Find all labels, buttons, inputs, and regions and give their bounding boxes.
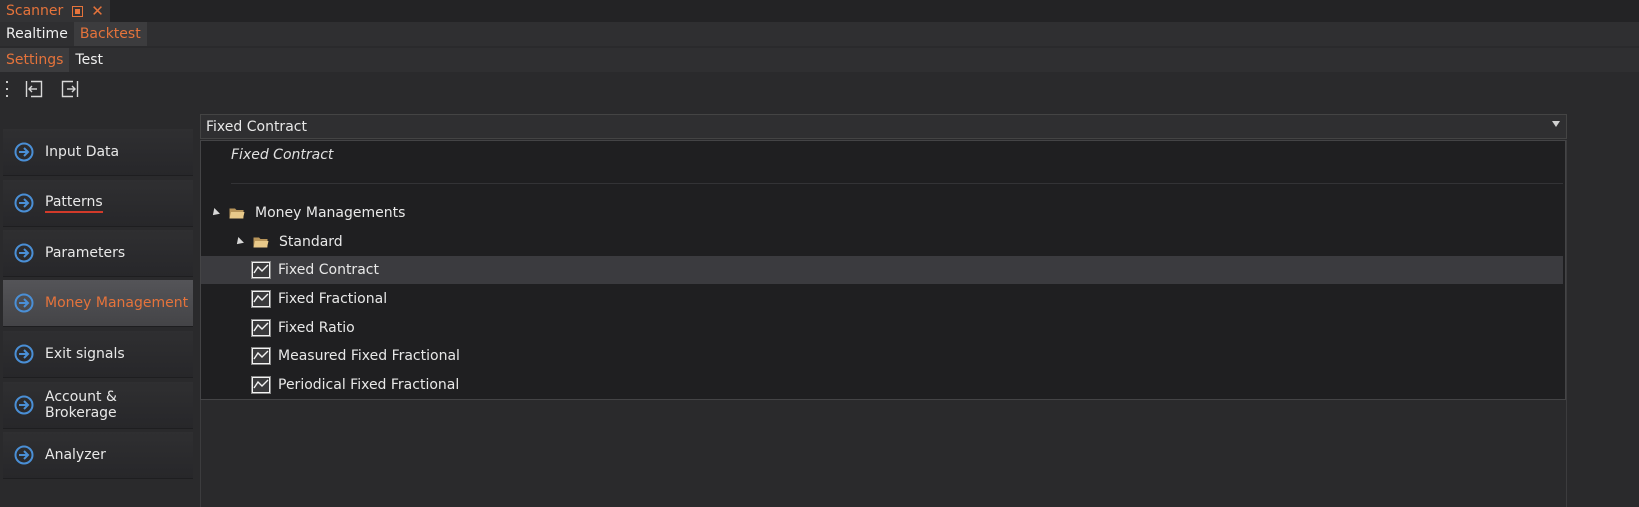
- tree-item-label: Measured Fixed Fractional: [278, 348, 460, 364]
- close-icon[interactable]: ✕: [91, 2, 104, 20]
- sidebar-item-label: Exit signals: [45, 346, 125, 362]
- arrow-right-circle-icon: [14, 344, 34, 364]
- pin-icon[interactable]: [71, 5, 83, 17]
- toolbar-grip-handle[interactable]: [6, 81, 9, 97]
- combobox-dropdown: Fixed Contract Money Managements Standar…: [200, 140, 1566, 400]
- chevron-down-icon[interactable]: [1552, 121, 1560, 127]
- chart-line-icon: [251, 261, 271, 279]
- tab-settings-label: Settings: [6, 52, 64, 68]
- sidebar-item-exit-signals[interactable]: Exit signals: [3, 331, 193, 378]
- tab-backtest[interactable]: Backtest: [73, 22, 147, 46]
- import-icon: [25, 80, 43, 98]
- export-button[interactable]: [59, 78, 81, 100]
- expander-icon[interactable]: [210, 208, 220, 218]
- tree-item-fixed-ratio[interactable]: Fixed Ratio: [201, 314, 1563, 342]
- combobox-value: Fixed Contract: [206, 118, 307, 135]
- tab-test-label: Test: [75, 52, 103, 68]
- arrow-right-circle-icon: [14, 445, 34, 465]
- tree-item-fixed-fractional[interactable]: Fixed Fractional: [201, 285, 1563, 313]
- arrow-right-circle-icon: [14, 293, 34, 313]
- tab-backtest-label: Backtest: [79, 26, 141, 42]
- arrow-right-circle-icon: [14, 142, 34, 162]
- settings-sidebar: Input Data Patterns Parameters Money Man…: [0, 106, 196, 507]
- tree-node-label: Money Managements: [255, 205, 406, 221]
- tree-item-measured-fixed-fractional[interactable]: Measured Fixed Fractional: [201, 342, 1563, 370]
- sidebar-item-money-management[interactable]: Money Management: [3, 280, 193, 327]
- sidebar-item-label: Account & Brokerage: [45, 389, 117, 421]
- export-icon: [61, 80, 79, 98]
- tree-node-standard[interactable]: Standard: [201, 228, 1563, 256]
- tree-node-money-managements[interactable]: Money Managements: [201, 199, 1563, 227]
- money-management-combobox[interactable]: Fixed Contract: [200, 114, 1567, 139]
- sidebar-item-input-data[interactable]: Input Data: [3, 129, 193, 176]
- chart-line-icon: [251, 376, 271, 394]
- sidebar-item-parameters[interactable]: Parameters: [3, 230, 193, 277]
- chart-line-icon: [251, 290, 271, 308]
- tab-realtime-label: Realtime: [6, 26, 68, 42]
- arrow-right-circle-icon: [14, 193, 34, 213]
- sidebar-item-label: Parameters: [45, 245, 126, 261]
- tree-item-label: Periodical Fixed Fractional: [278, 377, 460, 393]
- tab-test[interactable]: Test: [69, 48, 109, 72]
- arrow-right-circle-icon: [14, 395, 34, 415]
- tree-item-label: Fixed Fractional: [278, 291, 388, 307]
- tree-item-periodical-fixed-fractional[interactable]: Periodical Fixed Fractional: [201, 371, 1563, 399]
- chart-line-icon: [251, 319, 271, 337]
- expander-icon[interactable]: [234, 237, 244, 247]
- sidebar-item-patterns[interactable]: Patterns: [3, 180, 193, 227]
- dropdown-selected-text: Fixed Contract: [231, 147, 334, 163]
- folder-open-icon: [253, 237, 269, 248]
- document-tab-scanner[interactable]: Scanner ✕: [0, 0, 110, 22]
- arrow-right-circle-icon: [14, 243, 34, 263]
- sidebar-item-account-brokerage[interactable]: Account & Brokerage: [3, 382, 193, 429]
- tree-node-label: Standard: [279, 234, 343, 250]
- tree-item-fixed-contract[interactable]: Fixed Contract: [201, 256, 1563, 284]
- sidebar-item-analyzer[interactable]: Analyzer: [3, 432, 193, 479]
- sidebar-item-label: Patterns: [45, 194, 103, 213]
- tree-item-label: Fixed Ratio: [278, 320, 355, 336]
- document-tab-title: Scanner: [6, 3, 64, 19]
- divider: [231, 183, 1563, 184]
- chart-line-icon: [251, 347, 271, 365]
- mode-tab-strip: Realtime Backtest: [0, 22, 1639, 46]
- folder-open-icon: [229, 208, 245, 219]
- tab-settings[interactable]: Settings: [0, 48, 70, 72]
- sidebar-item-label: Analyzer: [45, 447, 106, 463]
- import-button[interactable]: [23, 78, 45, 100]
- main-panel: Fixed Contract Fixed Contract Money Mana…: [200, 106, 1639, 507]
- sidebar-item-label: Input Data: [45, 144, 120, 160]
- document-tab-bar: Scanner ✕: [0, 0, 1639, 22]
- tab-realtime[interactable]: Realtime: [0, 22, 74, 46]
- tree-item-label: Fixed Contract: [278, 262, 379, 278]
- toolbar: [0, 75, 1639, 103]
- sidebar-item-label: Money Management: [45, 295, 189, 311]
- sub-tab-strip: Settings Test: [0, 48, 1639, 72]
